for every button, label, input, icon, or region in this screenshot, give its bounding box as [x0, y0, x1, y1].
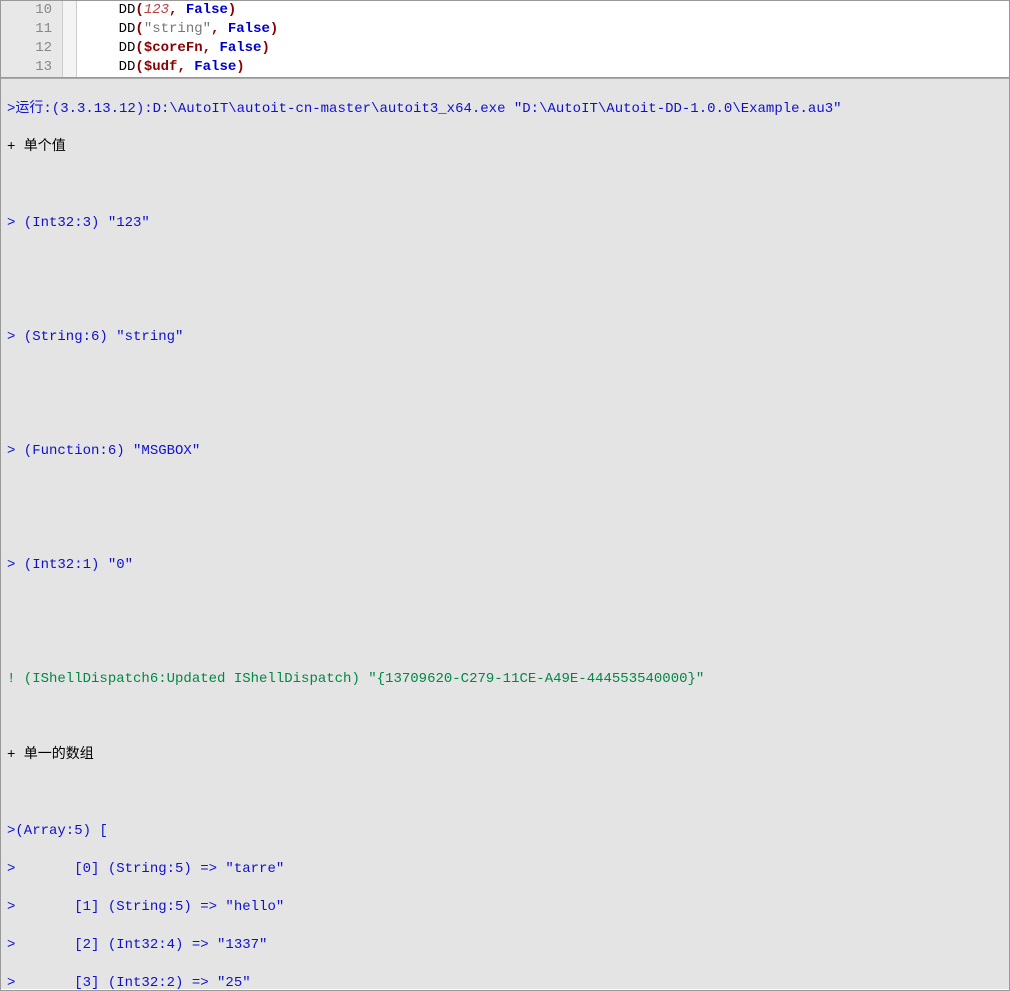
output-line: ! (IShellDispatch6:Updated IShellDispatc…	[7, 670, 1003, 689]
output-line: > (Function:6) "MSGBOX"	[7, 442, 1003, 461]
fn-name: DD	[119, 59, 136, 75]
fn-name: DD	[119, 40, 136, 56]
line-number: 12	[1, 39, 63, 58]
code-text[interactable]: DD($udf, False)	[77, 58, 245, 77]
code-text[interactable]: DD($coreFn, False)	[77, 39, 270, 58]
comma: ,	[211, 21, 228, 37]
output-line: > [0] (String:5) => "tarre"	[7, 860, 1003, 879]
code-line[interactable]: 12 DD($coreFn, False)	[1, 39, 1009, 58]
comma: ,	[203, 40, 220, 56]
line-number: 11	[1, 20, 63, 39]
line-number: 10	[1, 1, 63, 20]
output-line: > (Int32:1) "0"	[7, 556, 1003, 575]
fold-gutter[interactable]	[63, 1, 77, 20]
keyword: False	[186, 2, 228, 18]
code-line[interactable]: 13 DD($udf, False)	[1, 58, 1009, 77]
paren-open: (	[135, 40, 143, 56]
keyword: False	[194, 59, 236, 75]
paren-close: )	[228, 2, 236, 18]
section-header: + 单一的数组	[7, 746, 1003, 765]
arg1: $coreFn	[144, 40, 203, 56]
line-number: 13	[1, 58, 63, 77]
fold-gutter[interactable]	[63, 20, 77, 39]
paren-close: )	[270, 21, 278, 37]
output-console[interactable]: >运行:(3.3.13.12):D:\AutoIT\autoit-cn-mast…	[1, 78, 1009, 989]
arg1: 123	[144, 2, 169, 18]
keyword: False	[228, 21, 270, 37]
paren-open: (	[135, 2, 143, 18]
paren-close: )	[236, 59, 244, 75]
output-line: > [1] (String:5) => "hello"	[7, 898, 1003, 917]
section-header: + 单个值	[7, 138, 1003, 157]
comma: ,	[169, 2, 186, 18]
code-editor[interactable]: 10 DD(123, False) 11 DD("string", False)…	[1, 1, 1009, 78]
output-line: > (String:6) "string"	[7, 328, 1003, 347]
paren-open: (	[135, 21, 143, 37]
code-text[interactable]: DD("string", False)	[77, 20, 278, 39]
code-line[interactable]: 10 DD(123, False)	[1, 1, 1009, 20]
fold-gutter[interactable]	[63, 39, 77, 58]
arg1: "string"	[144, 21, 211, 37]
fold-gutter[interactable]	[63, 58, 77, 77]
arg1: $udf	[144, 59, 178, 75]
output-line: > (Int32:3) "123"	[7, 214, 1003, 233]
keyword: False	[219, 40, 261, 56]
output-line: > [2] (Int32:4) => "1337"	[7, 936, 1003, 955]
output-line: >(Array:5) [	[7, 822, 1003, 841]
paren-close: )	[261, 40, 269, 56]
paren-open: (	[135, 59, 143, 75]
fn-name: DD	[119, 21, 136, 37]
output-line: > [3] (Int32:2) => "25"	[7, 974, 1003, 989]
fn-name: DD	[119, 2, 136, 18]
code-text[interactable]: DD(123, False)	[77, 1, 236, 20]
comma: ,	[177, 59, 194, 75]
run-line: >运行:(3.3.13.12):D:\AutoIT\autoit-cn-mast…	[7, 100, 1003, 119]
code-line[interactable]: 11 DD("string", False)	[1, 20, 1009, 39]
